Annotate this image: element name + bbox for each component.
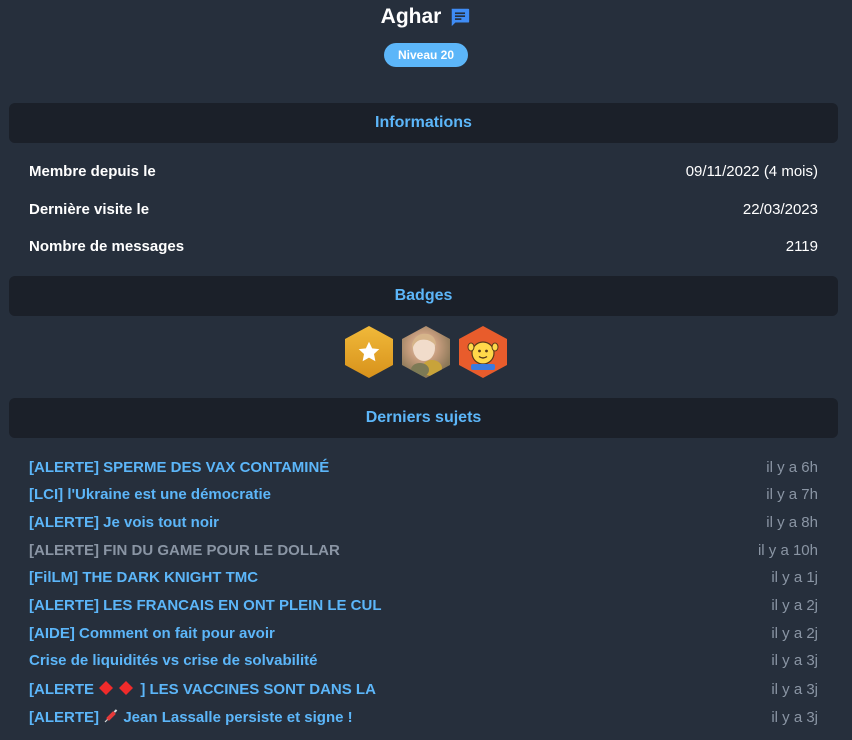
topic-time: il y a 2j <box>771 597 818 614</box>
username: Aghar <box>380 5 442 28</box>
syringe-icon <box>104 709 118 723</box>
topic-title-text: ] LES VACCINES SONT DANS LA <box>140 681 376 698</box>
topic-row: Crise de liquidités vs crise de solvabil… <box>29 652 818 670</box>
level-badge: Niveau 20 <box>383 43 469 67</box>
topic-title-text: Jean Lassalle persiste et signe ! <box>123 709 353 726</box>
info-label: Dernière visite le <box>29 201 150 218</box>
topic-time: il y a 3j <box>771 652 818 669</box>
badges-list <box>0 326 852 378</box>
topic-link[interactable]: [ALERTE] SPERME DES VAX CONTAMINÉ <box>29 459 329 477</box>
topic-row: [LCI] l'Ukraine est une démocratie il y … <box>29 486 818 504</box>
topic-time: il y a 10h <box>757 542 818 559</box>
info-value: 09/11/2022 (4 mois) <box>685 163 818 180</box>
topic-link[interactable]: [FilLM] THE DARK KNIGHT TMC <box>29 569 258 587</box>
topic-time: il y a 1j <box>771 569 818 586</box>
topic-row: [FilLM] THE DARK KNIGHT TMC il y a 1j <box>29 569 818 587</box>
topic-link[interactable]: [LCI] l'Ukraine est une démocratie <box>29 486 271 504</box>
topic-link[interactable]: [ALERTE] Je vois tout noir <box>29 514 219 532</box>
topic-link[interactable]: [ALERTE] LES FRANCAIS EN ONT PLEIN LE CU… <box>29 597 382 615</box>
info-row-last-visit: Dernière visite le 22/03/2023 <box>29 201 818 219</box>
red-diamond-icon <box>99 681 134 695</box>
topic-title-text: [ALERTE] Je vois tout noir <box>29 514 220 531</box>
topic-title-text: [AIDE] Comment on fait pour avoir <box>29 625 275 642</box>
topic-title-text: [LCI] l'Ukraine est une démocratie <box>29 486 271 503</box>
topic-title-text: [FilLM] THE DARK KNIGHT TMC <box>29 569 259 586</box>
topic-row: [ALERTE] SPERME DES VAX CONTAMINÉ il y a… <box>29 459 818 477</box>
info-label: Nombre de messages <box>29 238 185 255</box>
topic-link[interactable]: Crise de liquidités vs crise de solvabil… <box>29 652 317 670</box>
topic-row: [ALERTE] FIN DU GAME POUR LE DOLLAR il y… <box>29 542 818 560</box>
message-icon[interactable] <box>449 6 471 28</box>
emoji-badge-icon[interactable] <box>459 326 507 378</box>
topic-title-text: [ALERTE] LES FRANCAIS EN ONT PLEIN LE CU… <box>29 597 382 614</box>
star-badge-icon[interactable] <box>345 326 393 378</box>
info-label: Membre depuis le <box>29 163 156 180</box>
topic-row: [ALERTE] Je vois tout noir il y a 8h <box>29 514 818 532</box>
topic-link[interactable]: [ALERTE ] LES VACCINES SONT DANS LA <box>29 680 376 699</box>
user-line: Aghar <box>0 4 852 30</box>
topic-title-text: Crise de liquidités vs crise de solvabil… <box>29 652 318 669</box>
info-value: 22/03/2023 <box>742 201 818 218</box>
photo-badge-icon[interactable] <box>402 326 450 378</box>
info-row-member-since: Membre depuis le 09/11/2022 (4 mois) <box>29 163 818 181</box>
topic-time: il y a 7h <box>766 486 818 503</box>
badges-header: Badges <box>9 276 838 316</box>
topic-link[interactable]: [ALERTE] Jean Lassalle persiste et signe… <box>29 708 353 727</box>
info-value: 2119 <box>785 238 818 255</box>
informations-header: Informations <box>9 103 838 143</box>
profile-header: Aghar Niveau 20 <box>0 0 852 67</box>
topic-title-text: [ALERTE <box>29 681 99 698</box>
topic-row: [ALERTE ] LES VACCINES SONT DANS LA il y… <box>29 680 818 699</box>
topic-title-text: [ALERTE] FIN DU GAME POUR LE DOLLAR <box>29 542 340 559</box>
topic-row: [AIDE] Comment on fait pour avoir il y a… <box>29 625 818 643</box>
topic-link[interactable]: [ALERTE] FIN DU GAME POUR LE DOLLAR <box>29 542 340 560</box>
topic-link[interactable]: [AIDE] Comment on fait pour avoir <box>29 625 275 643</box>
topic-title-text: [ALERTE] <box>29 709 104 726</box>
topic-row: [ALERTE] LES FRANCAIS EN ONT PLEIN LE CU… <box>29 597 818 615</box>
info-row-message-count: Nombre de messages 2119 <box>29 238 818 256</box>
topic-time: il y a 3j <box>771 708 818 726</box>
topic-row: [ALERTE] Jean Lassalle persiste et signe… <box>29 708 818 727</box>
latest-topics-header: Derniers sujets <box>9 398 838 438</box>
topic-time: il y a 3j <box>771 680 818 698</box>
topic-time: il y a 6h <box>766 459 818 476</box>
topic-title-text: [ALERTE] SPERME DES VAX CONTAMINÉ <box>29 459 330 476</box>
topic-time: il y a 8h <box>766 514 818 531</box>
topic-time: il y a 2j <box>771 625 818 642</box>
